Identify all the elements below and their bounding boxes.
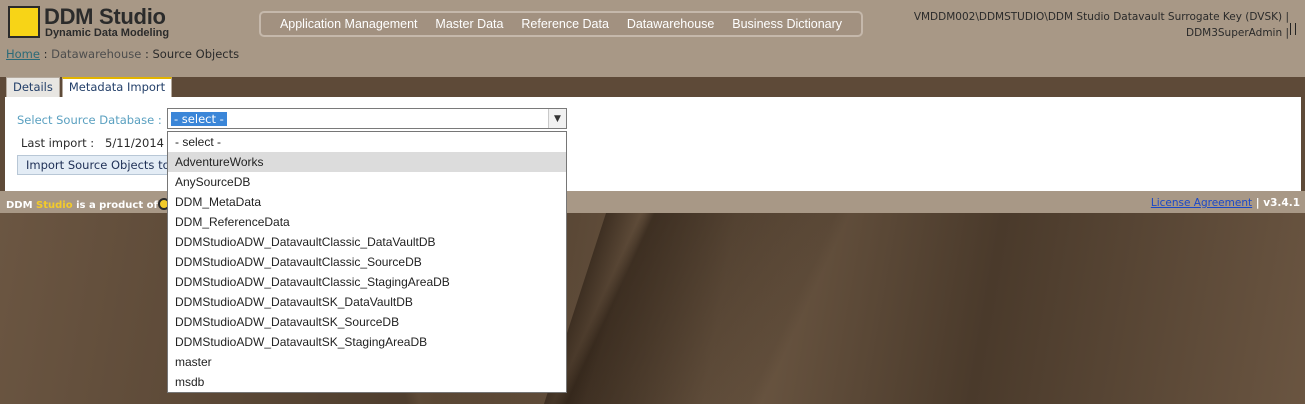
dropdown-option[interactable]: DDMStudioADW_DatavaultClassic_SourceDB <box>168 252 566 272</box>
license-agreement-link[interactable]: License Agreement <box>1151 197 1252 209</box>
breadcrumb-separator: : <box>39 47 52 61</box>
dropdown-option[interactable]: DDM_MetaData <box>168 192 566 212</box>
nav-master-data[interactable]: Master Data <box>435 17 503 31</box>
connection-string: VMDDM002\DDMSTUDIO\DDM Studio Datavault … <box>913 11 1289 23</box>
nav-datawarehouse[interactable]: Datawarehouse <box>627 17 715 31</box>
app-header: DDM Studio Dynamic Data Modeling Applica… <box>0 0 1305 77</box>
breadcrumb: Home : Datawarehouse : Source Objects <box>6 47 239 61</box>
breadcrumb-datawarehouse: Datawarehouse <box>51 47 142 61</box>
logo-icon <box>8 6 40 38</box>
dropdown-option[interactable]: AdventureWorks <box>168 152 566 172</box>
dropdown-option[interactable]: AnySourceDB <box>168 172 566 192</box>
last-import-label: Last import : <box>21 136 95 150</box>
user-info: VMDDM002\DDMSTUDIO\DDM Studio Datavault … <box>914 9 1289 41</box>
selected-value: - select - <box>171 112 227 126</box>
dropdown-arrow-icon[interactable]: ▼ <box>548 109 566 128</box>
tab-metadata-import[interactable]: Metadata Import <box>61 77 173 97</box>
tab-details[interactable]: Details <box>6 77 60 97</box>
product-studio: Studio <box>36 200 73 211</box>
product-suffix: is a product of <box>72 200 158 211</box>
main-nav: Application Management Master Data Refer… <box>259 11 863 37</box>
dropdown-option[interactable]: DDMStudioADW_DatavaultClassic_StagingAre… <box>168 272 566 292</box>
source-database-label: Select Source Database : <box>17 113 162 127</box>
product-credit: DDM Studio is a product of <box>6 200 158 211</box>
footer-links: License Agreement | v3.4.1 <box>1151 197 1300 209</box>
breadcrumb-current: Source Objects <box>152 47 240 61</box>
text-cursor-icon <box>1290 23 1296 35</box>
tab-bar: Details Metadata Import <box>6 77 173 97</box>
import-source-objects-button[interactable]: Import Source Objects to M <box>17 155 175 175</box>
dropdown-option[interactable]: DDMStudioADW_DatavaultSK_StagingAreaDB <box>168 332 566 352</box>
dropdown-option[interactable]: - select - <box>168 132 566 152</box>
dropdown-option[interactable]: DDMStudioADW_DatavaultClassic_DataVaultD… <box>168 232 566 252</box>
dropdown-option[interactable]: master <box>168 352 566 372</box>
source-database-dropdown-list: - select - AdventureWorks AnySourceDB DD… <box>167 131 567 393</box>
dropdown-option[interactable]: DDMStudioADW_DatavaultSK_SourceDB <box>168 312 566 332</box>
last-import-value: 5/11/2014 <box>105 136 164 150</box>
dropdown-option[interactable]: DDM_ReferenceData <box>168 212 566 232</box>
nav-reference-data[interactable]: Reference Data <box>521 17 609 31</box>
logo-subtitle: Dynamic Data Modeling <box>45 27 170 39</box>
product-prefix: DDM <box>6 200 37 211</box>
user-name: DDM3SuperAdmin | <box>1185 27 1289 39</box>
dropdown-option[interactable]: msdb <box>168 372 566 392</box>
breadcrumb-home-link[interactable]: Home <box>6 47 40 61</box>
logo-title: DDM Studio <box>44 4 166 29</box>
nav-application-management[interactable]: Application Management <box>280 17 418 31</box>
breadcrumb-separator: : <box>141 47 153 61</box>
source-database-select[interactable]: - select - ▼ <box>167 108 567 129</box>
dropdown-option[interactable]: DDMStudioADW_DatavaultSK_DataVaultDB <box>168 292 566 312</box>
version-label: | v3.4.1 <box>1252 197 1300 209</box>
nav-business-dictionary[interactable]: Business Dictionary <box>732 17 842 31</box>
